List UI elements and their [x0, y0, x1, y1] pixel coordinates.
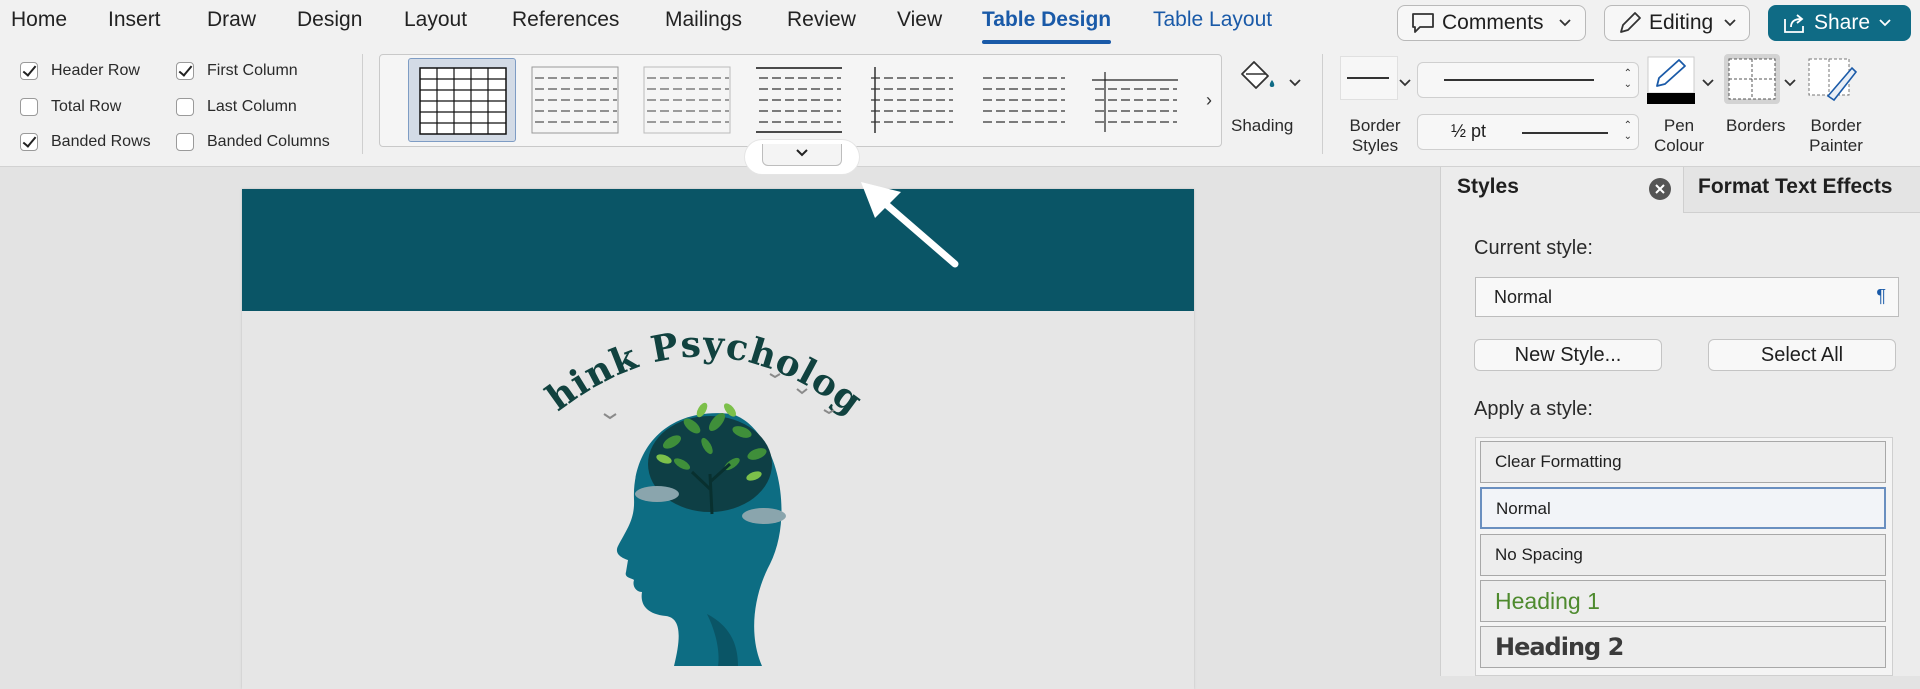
table-style-plain-3[interactable]	[745, 58, 853, 142]
option-banded-columns[interactable]: Banded Columns	[176, 133, 330, 151]
tab-view[interactable]: View	[897, 8, 942, 32]
checkbox[interactable]	[176, 98, 194, 116]
chevron-down-icon[interactable]	[1783, 78, 1797, 88]
option-last-column[interactable]: Last Column	[176, 98, 297, 116]
pencil-icon	[1620, 12, 1641, 33]
style-item-no-spacing[interactable]: No Spacing	[1480, 534, 1886, 576]
current-style-value: Normal	[1494, 287, 1553, 307]
pen-colour-icon[interactable]	[1647, 56, 1701, 104]
table-style-plain-2[interactable]	[633, 58, 741, 142]
checkbox[interactable]	[20, 62, 38, 80]
option-first-column[interactable]: First Column	[176, 62, 298, 80]
border-painter-label: Border Painter	[1809, 116, 1863, 155]
tab-draw[interactable]: Draw	[207, 8, 256, 32]
border-painter-icon[interactable]	[1806, 56, 1860, 104]
chevron-down-icon	[1724, 19, 1736, 27]
line-style-select[interactable]: ⌃ ⌄	[1417, 62, 1639, 98]
line-weight-select[interactable]: ½ pt ⌃ ⌄	[1417, 114, 1639, 150]
table-style-grid[interactable]	[408, 58, 516, 142]
styles-pane-title[interactable]: Styles	[1457, 175, 1519, 199]
chevron-down-icon	[796, 149, 808, 157]
share-label: Share	[1814, 11, 1871, 34]
new-style-button[interactable]: New Style...	[1474, 339, 1662, 371]
table-styles-gallery	[379, 54, 1222, 147]
borders-grid-icon	[1728, 58, 1776, 100]
current-style-label: Current style:	[1474, 237, 1593, 259]
tab-insert[interactable]: Insert	[108, 8, 161, 32]
checkbox[interactable]	[176, 62, 194, 80]
checkbox[interactable]	[176, 133, 194, 151]
tab-table-design[interactable]: Table Design	[982, 8, 1112, 44]
stepper-icon: ⌃ ⌄	[1623, 120, 1632, 142]
comments-label: Comments	[1442, 11, 1544, 34]
think-psychology-logo: Think Psychology	[542, 314, 862, 666]
chevron-down-icon[interactable]	[1288, 78, 1302, 88]
tab-home[interactable]: Home	[11, 8, 67, 32]
divider	[362, 54, 363, 154]
style-item-heading-1[interactable]: Heading 1	[1480, 580, 1886, 622]
border-styles-button[interactable]	[1340, 56, 1398, 100]
menu-bar: Home Insert Draw Design Layout Reference…	[0, 0, 1920, 46]
style-item-normal[interactable]: Normal	[1480, 487, 1886, 529]
border-styles-label: Border Styles	[1349, 116, 1401, 155]
borders-button[interactable]	[1724, 54, 1780, 104]
styles-pane: Styles Format Text Effects Current style…	[1440, 167, 1920, 676]
current-style-field[interactable]: Normal ¶	[1475, 277, 1899, 317]
header-color-band	[242, 189, 1194, 311]
option-label: Banded Rows	[51, 133, 151, 150]
table-style-plain-1[interactable]	[521, 58, 629, 142]
gallery-scroll-right-icon[interactable]: ›	[1206, 90, 1212, 111]
tab-review[interactable]: Review	[787, 8, 856, 32]
chevron-down-icon	[1879, 19, 1891, 27]
annotation-arrow-icon	[861, 182, 959, 268]
chevron-down-icon	[1558, 19, 1571, 27]
paint-bucket-icon[interactable]	[1236, 56, 1282, 96]
pen-colour-label: Pen Colour	[1653, 116, 1705, 155]
table-style-plain-4[interactable]	[857, 58, 965, 142]
apply-style-label: Apply a style:	[1474, 398, 1593, 420]
tab-mailings[interactable]: Mailings	[665, 8, 742, 32]
close-icon[interactable]	[1648, 177, 1672, 201]
editing-label: Editing	[1649, 11, 1714, 34]
option-label: Last Column	[207, 98, 297, 115]
table-style-plain-5[interactable]	[969, 58, 1077, 142]
document-canvas: Think Psychology	[0, 167, 1440, 689]
option-label: First Column	[207, 62, 298, 79]
ribbon-expand-handle[interactable]	[745, 140, 859, 174]
line-weight-value: ½ pt	[1451, 121, 1487, 141]
chevron-down-icon[interactable]	[1398, 78, 1412, 88]
chevron-down-icon[interactable]	[1701, 78, 1715, 88]
style-list: Clear Formatting Normal No Spacing Headi…	[1475, 437, 1893, 676]
option-label: Banded Columns	[207, 133, 330, 150]
tab-layout[interactable]: Layout	[404, 8, 467, 32]
style-item-clear-formatting[interactable]: Clear Formatting	[1480, 441, 1886, 483]
document-page[interactable]: Think Psychology	[242, 189, 1194, 689]
share-button[interactable]: Share	[1768, 5, 1911, 41]
editing-button[interactable]: Editing	[1604, 5, 1750, 41]
option-header-row[interactable]: Header Row	[20, 62, 140, 80]
option-total-row[interactable]: Total Row	[20, 98, 121, 116]
tab-table-layout[interactable]: Table Layout	[1153, 8, 1272, 32]
comment-icon	[1412, 13, 1434, 33]
option-banded-rows[interactable]: Banded Rows	[20, 133, 151, 151]
tab-label: Format Text Effects	[1698, 175, 1893, 198]
tab-format-text-effects[interactable]: Format Text Effects	[1683, 167, 1920, 213]
ribbon: Header Row Total Row Banded Rows First C…	[0, 46, 1920, 167]
table-style-plain-6[interactable]	[1081, 58, 1189, 142]
style-item-heading-2[interactable]: Heading 2	[1480, 626, 1886, 668]
shading-label: Shading	[1231, 116, 1294, 135]
select-all-button[interactable]: Select All	[1708, 339, 1896, 371]
option-label: Header Row	[51, 62, 140, 79]
stepper-icon: ⌃ ⌄	[1623, 68, 1632, 90]
share-icon	[1784, 14, 1804, 33]
tab-references[interactable]: References	[512, 8, 619, 32]
borders-label: Borders	[1726, 116, 1786, 135]
pilcrow-icon: ¶	[1876, 286, 1886, 306]
checkbox[interactable]	[20, 133, 38, 151]
option-label: Total Row	[51, 98, 122, 115]
tab-design[interactable]: Design	[297, 8, 362, 32]
comments-button[interactable]: Comments	[1397, 5, 1586, 41]
checkbox[interactable]	[20, 98, 38, 116]
divider	[1322, 54, 1323, 154]
